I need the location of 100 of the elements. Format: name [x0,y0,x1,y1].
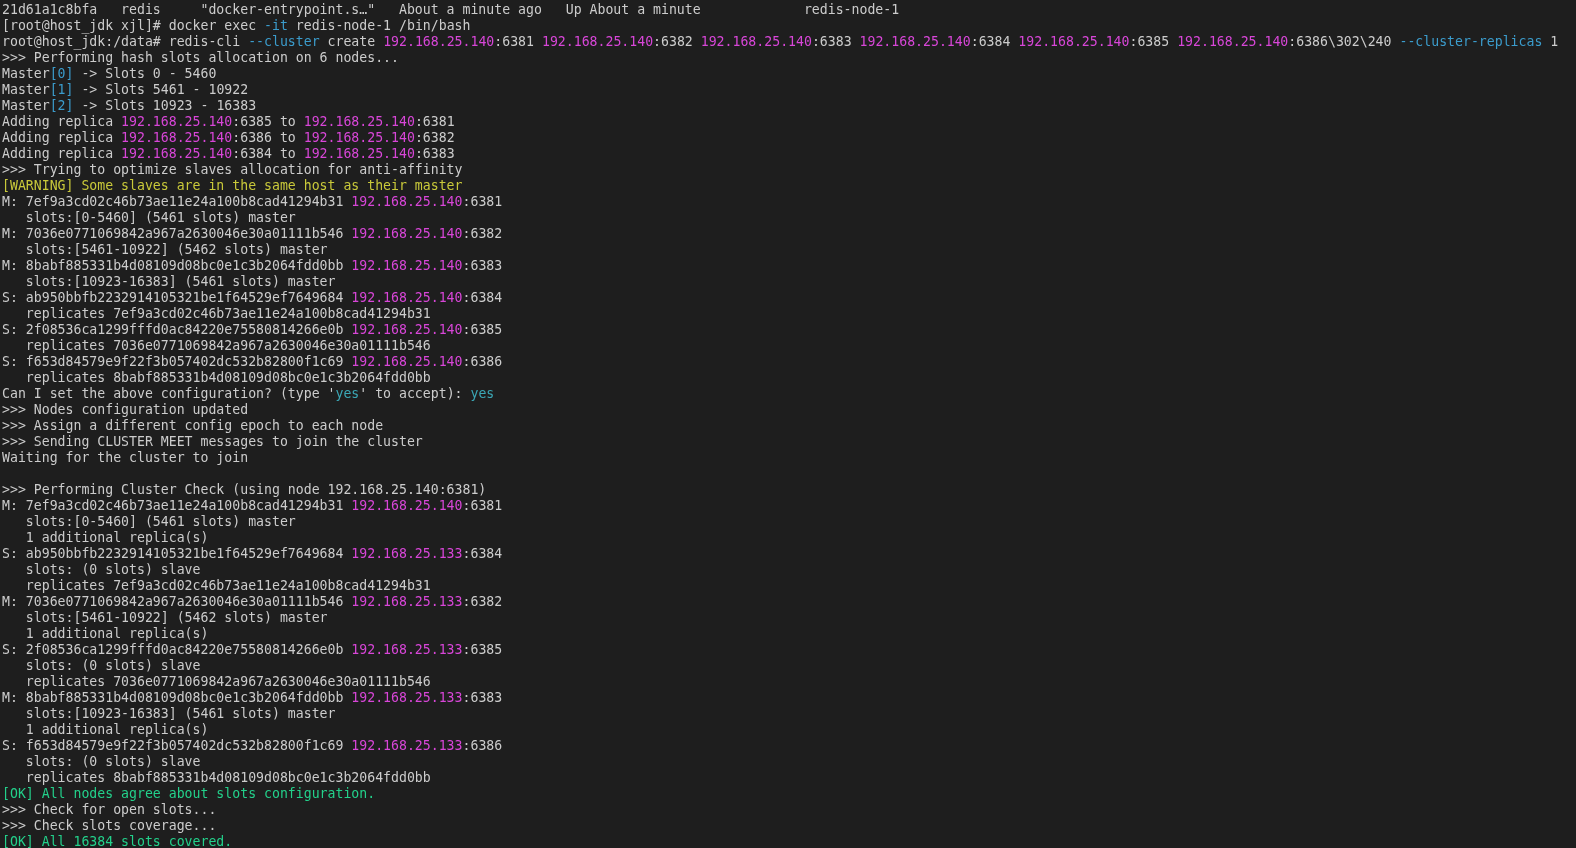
terminal-text: 1 additional replica(s) [24,530,209,546]
terminal-text: :6384 [462,290,503,306]
terminal-text: --cluster-replicas [1399,34,1543,50]
terminal-text: 192.168.25.140 [351,226,463,242]
terminal-text: S: 2f08536ca1299fffd0ac84220e75580814266e0b [2,642,345,658]
terminal-text: S: ab950bbfb2232914105321be1f64529ef7649684 [2,546,345,562]
terminal-text: 192.168.25.140 [700,34,812,50]
terminal-text: 1 [1549,34,1559,50]
terminal-text: slots:[0-5460] (5461 slots) master [24,210,296,226]
terminal-text: Adding replica [2,130,115,146]
terminal-text: replicates 8babf885331b4d08109d08bc0e1c3b2064fdd0bb [24,370,431,386]
terminal-text: 192.168.25.140 [121,114,233,130]
terminal-text: 192.168.25.140 [351,194,463,210]
terminal-text: 192.168.25.140 [303,146,415,162]
terminal-text: [OK] All 16384 slots covered. [2,834,233,848]
terminal-text: :6383 [811,34,853,50]
terminal-text: :6386 to [232,130,297,146]
terminal-text: :6383 [462,258,503,274]
terminal-text: S: 2f08536ca1299fffd0ac84220e75580814266e0b [2,322,345,338]
terminal-text: 192.168.25.140 [859,34,971,50]
terminal-text: :6382 [653,34,694,50]
terminal-text: 192.168.25.133 [351,738,463,754]
terminal-text: :6386 [462,738,503,754]
terminal-text: -it [264,18,288,34]
terminal-text: :6385 [462,642,503,658]
terminal-text: :6386\302\240 [1288,34,1393,50]
terminal-text: >>> Sending CLUSTER MEET messages to join the cluster [2,434,423,450]
terminal-text: 192.168.25.140 [351,290,463,306]
terminal-text: S: f653d84579e9f22f3b057402dc532b82800f1c69 [2,354,345,370]
terminal-text: :6381 [462,194,503,210]
terminal-text: >>> Check for open slots... [2,802,217,818]
terminal-text: 192.168.25.140 [351,498,463,514]
terminal-text: [1] [49,82,74,98]
terminal-text: :6385 [462,322,503,338]
terminal-text: Can I set the above configuration? (type ' [2,386,336,402]
terminal-text: >>> Performing hash slots allocation on 6 nodes... [2,50,399,66]
terminal-text: M: 8babf885331b4d08109d08bc0e1c3b2064fdd0bb [2,690,345,706]
terminal-text: -> Slots 5461 - 10922 [80,82,249,98]
terminal-text: [0] [49,66,74,82]
terminal-text: [root@host_jdk xjl]# docker exec [2,18,258,34]
terminal-text: :6385 to [232,114,297,130]
terminal-text: 192.168.25.140 [1177,34,1289,50]
terminal-text: slots:[0-5460] (5461 slots) master [24,514,296,530]
terminal-text: :6384 [462,546,503,562]
terminal-text: slots: (0 slots) slave [24,658,201,674]
terminal-text: S: f653d84579e9f22f3b057402dc532b82800f1c69 [2,738,345,754]
terminal-text: slots:[5461-10922] (5462 slots) master [24,610,328,626]
terminal-text: 192.168.25.140 [121,146,233,162]
terminal-text: 192.168.25.140 [383,34,495,50]
terminal-text: :6384 [970,34,1012,50]
terminal-text: 192.168.25.140 [351,258,463,274]
terminal-text: yes [470,386,495,402]
terminal-text: :6382 [462,594,503,610]
terminal-text: Master [2,82,50,98]
terminal-text: slots: (0 slots) slave [24,754,201,770]
terminal-text: 192.168.25.140 [121,130,233,146]
terminal-text: replicates 7ef9a3cd02c46b73ae11e24a100b8cad41294b31 [24,306,431,322]
terminal-text: -> Slots 0 - 5460 [80,66,217,82]
terminal-text: 192.168.25.133 [351,642,463,658]
terminal-text: M: 7036e0771069842a967a2630046e30a01111b546 [2,226,345,242]
terminal-text: slots:[10923-16383] (5461 slots) master [24,706,336,722]
terminal-text: create [326,34,377,50]
terminal-text: >>> Assign a different config epoch to each node [2,418,384,434]
terminal-text: M: 7ef9a3cd02c46b73ae11e24a100b8cad41294b31 [2,194,345,210]
terminal-text: 192.168.25.140 [303,114,415,130]
terminal-text: slots:[10923-16383] (5461 slots) master [24,274,336,290]
terminal-text: :6381 [414,114,455,130]
terminal-text: replicates 7ef9a3cd02c46b73ae11e24a100b8cad41294b31 [24,578,431,594]
terminal-text: -> Slots 10923 - 16383 [80,98,257,114]
terminal-text: replicates 7036e0771069842a967a2630046e30a01111b546 [24,338,431,354]
terminal-text: >>> Check slots coverage... [2,818,217,834]
terminal-text: --cluster [248,34,320,50]
terminal-text: :6386 [462,354,503,370]
terminal-text: Waiting for the cluster to join [2,450,249,466]
terminal-text: replicates 7036e0771069842a967a2630046e30a01111b546 [24,674,431,690]
terminal-text: 192.168.25.140 [541,34,654,50]
terminal-text: [2] [49,98,74,114]
terminal-text: >>> Nodes configuration updated [2,402,249,418]
terminal-text: slots: (0 slots) slave [24,562,201,578]
terminal-text: 1 additional replica(s) [24,722,209,738]
terminal-text: :6381 [494,34,535,50]
terminal-text: :6383 [414,146,455,162]
terminal-text: 192.168.25.133 [351,690,463,706]
terminal-text: redis-node-1 /bin/bash [294,18,471,34]
terminal-text: [WARNING] Some slaves are in the same host as their master [2,178,463,194]
terminal-text: [OK] All nodes agree about slots configuration. [2,786,376,802]
terminal-text: M: 8babf885331b4d08109d08bc0e1c3b2064fdd0bb [2,258,345,274]
terminal-text: 1 additional replica(s) [24,626,209,642]
terminal-text: 192.168.25.140 [351,354,463,370]
terminal-text: yes [335,386,360,402]
terminal-text: :6385 [1129,34,1171,50]
terminal-text: 192.168.25.133 [351,546,463,562]
terminal-text: :6383 [462,690,503,706]
terminal-text: 192.168.25.140 [351,322,463,338]
terminal-text: M: 7ef9a3cd02c46b73ae11e24a100b8cad41294b31 [2,498,345,514]
terminal-text: :6382 [462,226,503,242]
terminal-text: :6384 to [232,146,297,162]
terminal-text: 192.168.25.133 [351,594,463,610]
terminal-text: M: 7036e0771069842a967a2630046e30a01111b546 [2,594,345,610]
terminal-text: replicates 8babf885331b4d08109d08bc0e1c3b2064fdd0bb [24,770,431,786]
